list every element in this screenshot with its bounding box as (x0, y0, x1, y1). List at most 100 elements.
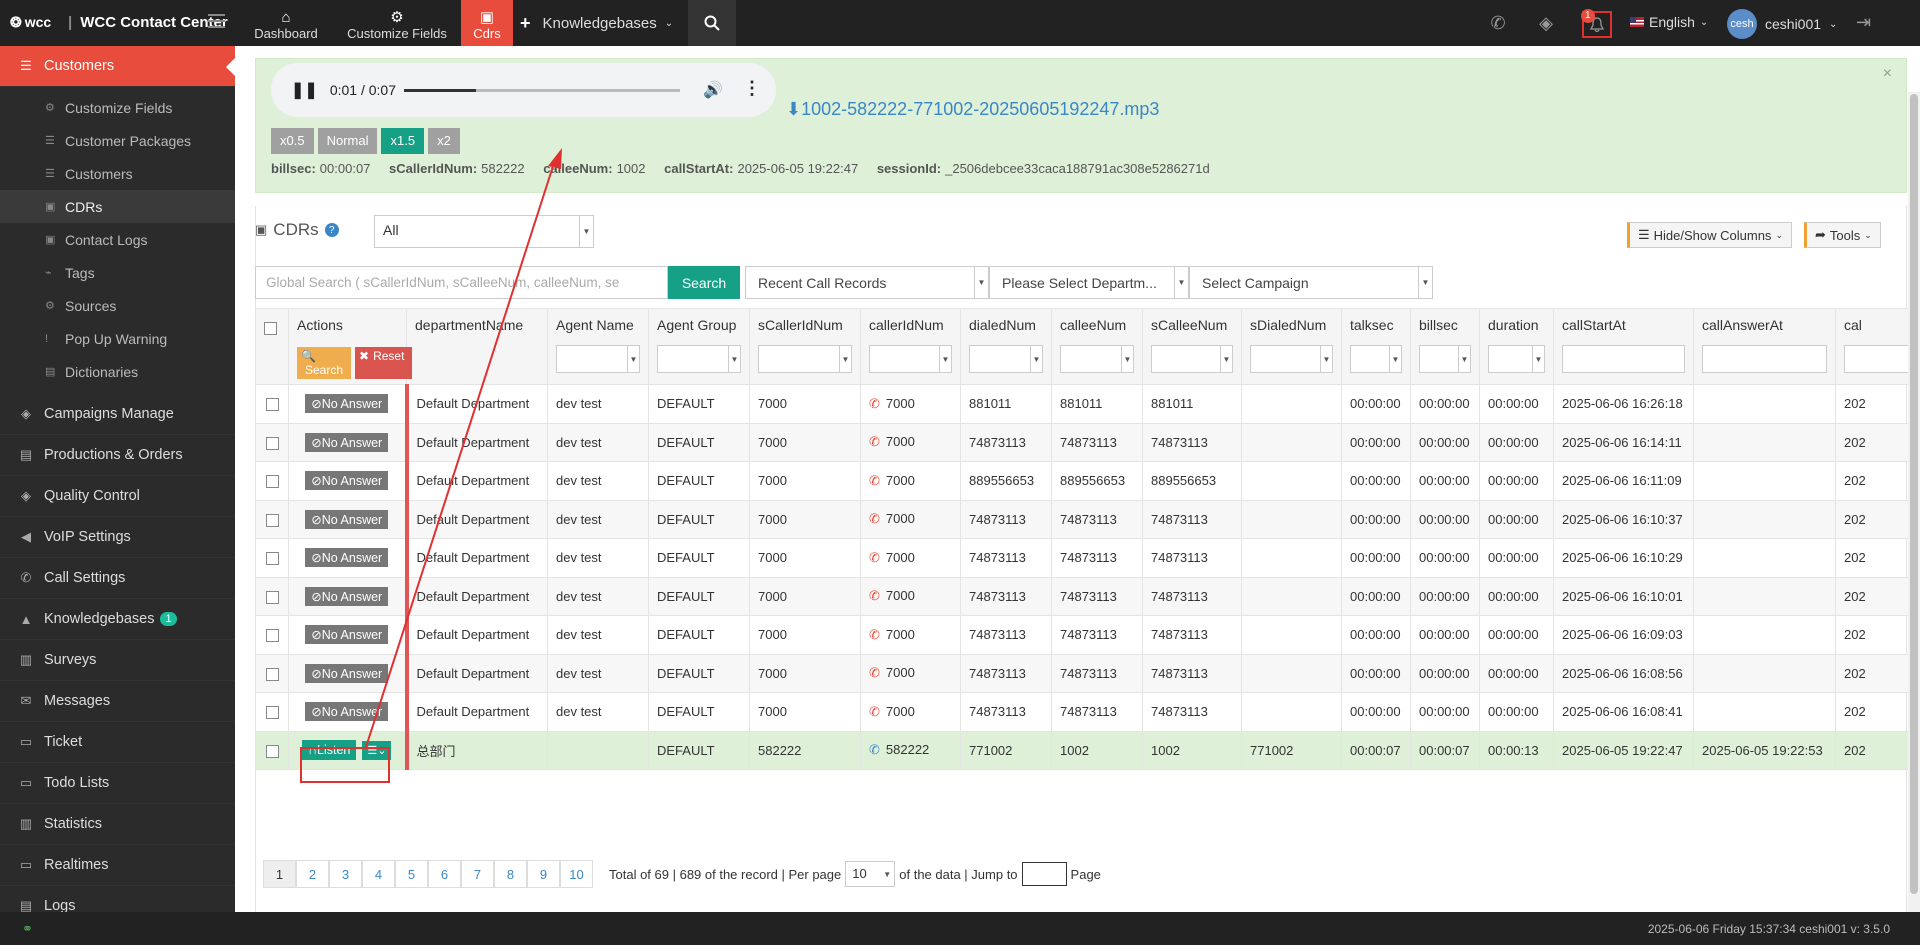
page-5-button[interactable]: 5 (395, 860, 428, 888)
phone-icon[interactable]: ✆ (1487, 12, 1509, 34)
speed-2-button[interactable]: x2 (428, 128, 460, 154)
nav-dashboard[interactable]: ⌂ Dashboard (250, 0, 322, 46)
audio-player[interactable]: ❚❚ 0:01 / 0:07 🔊 ⋮ (271, 63, 776, 117)
scalleenum-filter[interactable]: ▼ (1151, 345, 1233, 373)
speed-normal-button[interactable]: Normal (317, 128, 378, 154)
row-checkbox[interactable] (265, 667, 279, 681)
jump-to-page-input[interactable] (1021, 862, 1067, 886)
page-4-button[interactable]: 4 (362, 860, 395, 888)
calleenum-filter[interactable]: ▼ (1060, 345, 1134, 373)
row-checkbox[interactable] (265, 398, 279, 412)
row-checkbox[interactable] (265, 744, 279, 758)
table-row[interactable]: ⊘No Answer Default Department dev test DEFA… (255, 422, 1920, 462)
language-selector[interactable]: English ⌄ (1630, 14, 1708, 30)
help-icon[interactable]: ? (324, 223, 339, 237)
agent-group-filter[interactable]: ▼ (657, 345, 741, 373)
speed-1-5-button[interactable]: x1.5 (381, 128, 425, 154)
department-select[interactable]: Please Select Departm... ▼ (989, 266, 1189, 299)
sidebar-item-knowledgebases[interactable]: ▲ Knowledgebases 1 (0, 599, 235, 640)
page-2-button[interactable]: 2 (296, 860, 329, 888)
sidebar-item-campaigns-manage[interactable]: ◈ Campaigns Manage (0, 394, 235, 435)
nav-knowledgebases[interactable]: + Knowledgebases ⌄ (520, 0, 673, 46)
page-6-button[interactable]: 6 (428, 860, 461, 888)
table-row[interactable]: ⊘No Answer Default Department dev test DEFA… (255, 499, 1920, 539)
page-8-button[interactable]: 8 (494, 860, 527, 888)
sidebar-item-realtimes[interactable]: ▭ Realtimes (0, 845, 235, 886)
audio-progress-bar[interactable] (404, 89, 680, 92)
sidebar-sub-customers[interactable]: ☰ Customers (0, 157, 235, 190)
user-menu[interactable]: cesh ceshi001 ⌄ (1727, 9, 1837, 39)
billsec-filter[interactable]: ▼ (1419, 345, 1471, 373)
sidebar-item-ticket[interactable]: ▭ Ticket (0, 722, 235, 763)
sidebar-sub-tags[interactable]: ⌁ Tags (0, 256, 235, 289)
campaign-select[interactable]: Select Campaign ▼ (1189, 266, 1433, 299)
close-icon[interactable]: × (1883, 65, 1892, 83)
sidebar-item-statistics[interactable]: ▥ Statistics (0, 804, 235, 845)
sidebar-toggle-icon[interactable] (208, 14, 225, 28)
talksec-filter[interactable]: ▼ (1350, 345, 1402, 373)
page-3-button[interactable]: 3 (329, 860, 362, 888)
row-checkbox[interactable] (265, 629, 279, 643)
column-search-button[interactable]: 🔍Search (297, 347, 352, 379)
callstartat-filter[interactable] (1562, 345, 1685, 373)
sdialednum-filter[interactable]: ▼ (1250, 345, 1333, 373)
pause-icon[interactable]: ❚❚ (291, 80, 318, 100)
table-row[interactable]: ⊘No Answer Default Department dev test DEFA… (255, 384, 1920, 424)
hide-show-columns-button[interactable]: ☰ Hide/Show Columns ⌄ (1627, 222, 1792, 248)
global-search-button[interactable] (688, 0, 736, 46)
dialednum-filter[interactable]: ▼ (969, 345, 1043, 373)
recent-records-select[interactable]: Recent Call Records ▼ (745, 266, 989, 299)
sidebar-sub-dictionaries[interactable]: ▤ Dictionaries (0, 355, 235, 388)
recording-download-link[interactable]: ⬇1002-582222-771002-20250605192247.mp3 (786, 99, 1159, 120)
sidebar-sub-customize-fields[interactable]: ⚙ Customize Fields (0, 91, 235, 124)
sidebar-item-call-settings[interactable]: ✆ Call Settings (0, 558, 235, 599)
table-row[interactable]: ⊘No Answer Default Department dev test DEFA… (255, 653, 1920, 693)
nav-cdrs[interactable]: ▣ Cdrs (461, 0, 513, 46)
row-checkbox[interactable] (265, 513, 279, 527)
logout-icon[interactable]: ⇥ (1856, 12, 1871, 33)
table-row[interactable]: ⊘No Answer Default Department dev test DEFA… (255, 576, 1920, 616)
page-1-button[interactable]: 1 (263, 860, 296, 888)
scalleridnum-filter[interactable]: ▼ (758, 345, 852, 373)
nav-customize-fields[interactable]: ⚙ Customize Fields (342, 0, 452, 46)
row-checkbox[interactable] (265, 706, 279, 720)
sidebar-sub-pop-up-warning[interactable]: ! Pop Up Warning (0, 322, 235, 355)
sidebar-item-customers[interactable]: ☰ Customers (0, 46, 235, 87)
page-10-button[interactable]: 10 (560, 860, 593, 888)
agent-name-filter[interactable]: ▼ (556, 345, 640, 373)
notification-bell[interactable]: 1 (1581, 9, 1612, 38)
sidebar-sub-cdrs[interactable]: ▣ CDRs (0, 190, 235, 223)
page-9-button[interactable]: 9 (527, 860, 560, 888)
layers-icon[interactable]: ◈ (1535, 12, 1557, 34)
row-checkbox[interactable] (265, 552, 279, 566)
table-row[interactable]: ⊘No Answer Default Department dev test DEFA… (255, 615, 1920, 655)
calleridnum-filter[interactable]: ▼ (869, 345, 952, 373)
row-checkbox[interactable] (265, 590, 279, 604)
sidebar-item-productions-orders[interactable]: ▤ Productions & Orders (0, 435, 235, 476)
brand[interactable]: ❂ wcc | WCC Contact Center (10, 12, 228, 32)
table-row[interactable]: ⊘No Answer Default Department dev test DEFA… (255, 692, 1920, 732)
tools-button[interactable]: ➦ Tools ⌄ (1804, 222, 1881, 248)
row-checkbox[interactable] (265, 475, 279, 489)
sidebar-item-surveys[interactable]: ▥ Surveys (0, 640, 235, 681)
sidebar-item-voip-settings[interactable]: ◀ VoIP Settings (0, 517, 235, 558)
sidebar-item-messages[interactable]: ✉ Messages (0, 681, 235, 722)
search-button[interactable]: Search (668, 266, 740, 299)
vertical-scrollbar[interactable] (1908, 92, 1920, 912)
sidebar-item-logs[interactable]: ▤ Logs (0, 886, 235, 912)
select-all-checkbox[interactable] (264, 321, 277, 335)
duration-filter[interactable]: ▼ (1488, 345, 1545, 373)
more-options-icon[interactable]: ⋮ (743, 78, 761, 99)
column-reset-button[interactable]: ✖ Reset (355, 347, 413, 379)
global-search-input[interactable]: Global Search ( sCallerIdNum, sCalleeNum… (255, 266, 668, 299)
page-7-button[interactable]: 7 (461, 860, 494, 888)
sidebar-item-todo-lists[interactable]: ▭ Todo Lists (0, 763, 235, 804)
table-row[interactable]: ⊘No Answer Default Department dev test DEFA… (255, 461, 1920, 501)
table-row[interactable]: ⊘No Answer Default Department dev test DEFA… (255, 538, 1920, 578)
row-checkbox[interactable] (265, 436, 279, 450)
table-row[interactable]: ∩Listen ☰⌄ 总部门 DEFAULT 582222 ✆ 582222 771002 10… (255, 730, 1920, 770)
callanswerat-filter[interactable] (1702, 345, 1827, 373)
speed-0-5-button[interactable]: x0.5 (271, 128, 314, 154)
cdr-type-select[interactable]: All ▼ (374, 215, 594, 248)
sidebar-item-quality-control[interactable]: ◈ Quality Control (0, 476, 235, 517)
